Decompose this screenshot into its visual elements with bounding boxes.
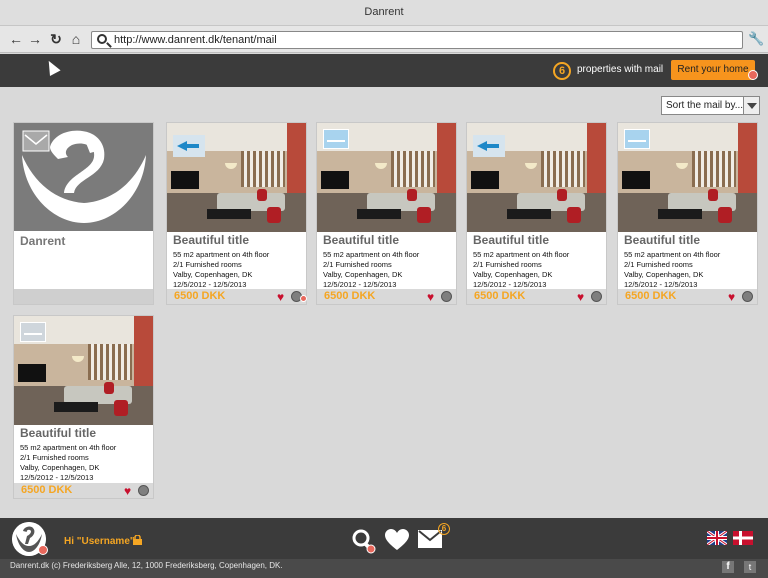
heart-icon[interactable]: ♥ (124, 485, 131, 497)
url-text: http://www.danrent.dk/tenant/mail (114, 34, 277, 46)
danrent-logo (14, 123, 153, 231)
denmark-flag-icon[interactable] (733, 531, 753, 545)
listing-location: Valby, Copenhagen, DK (624, 270, 704, 279)
listing-price: 6500 DKK (625, 290, 677, 302)
listing-dates: 12/5/2012 - 12/5/2013 (323, 280, 397, 289)
facebook-icon[interactable]: f (722, 561, 734, 573)
listing-size: 55 m2 apartment on 4th floor (473, 250, 570, 259)
address-bar[interactable]: http://www.danrent.dk/tenant/mail (91, 31, 743, 49)
listing-card[interactable]: Beautiful title 55 m2 apartment on 4th f… (316, 122, 457, 305)
reload-icon[interactable]: ↻ (48, 31, 64, 47)
listing-title: Beautiful title (624, 233, 701, 247)
apartment-photo (14, 316, 153, 425)
sort-dropdown-label: Sort the mail by... (666, 100, 744, 111)
apartment-photo (618, 123, 757, 232)
open-mail-icon[interactable] (624, 129, 650, 149)
globe-icon[interactable] (591, 291, 602, 302)
listing-size: 55 m2 apartment on 4th floor (323, 250, 420, 259)
listing-dates: 12/5/2012 - 12/5/2013 (473, 280, 547, 289)
reply-arrow-icon[interactable] (173, 135, 205, 157)
heart-icon[interactable]: ♥ (728, 291, 735, 303)
listing-rooms: 2/1 Furnished rooms (20, 453, 89, 462)
heart-icon[interactable]: ♥ (277, 291, 284, 303)
listing-card[interactable]: Beautiful title 55 m2 apartment on 4th f… (13, 315, 154, 499)
reply-arrow-icon[interactable] (473, 135, 505, 157)
heart-icon[interactable]: ♥ (427, 291, 434, 303)
browser-toolbar: ← → ↻ ⌂ http://www.danrent.dk/tenant/mai… (0, 26, 768, 53)
apartment-photo (167, 123, 306, 232)
mail-count-label[interactable]: properties with mail (577, 64, 663, 75)
listing-size: 55 m2 apartment on 4th floor (173, 250, 270, 259)
price-bar: 6500 DKK ♥ (14, 483, 153, 498)
price-bar: 6500 DKK ♥ (167, 289, 307, 304)
apartment-photo (317, 123, 456, 232)
listing-location: Valby, Copenhagen, DK (20, 463, 100, 472)
listing-size: 55 m2 apartment on 4th floor (20, 443, 117, 452)
listing-dates: 12/5/2012 - 12/5/2013 (624, 280, 698, 289)
swan-icon (14, 123, 153, 231)
chevron-down-icon[interactable] (743, 97, 759, 114)
mail-count-badge[interactable]: 6 (553, 62, 571, 80)
uk-flag-icon[interactable] (707, 531, 727, 545)
search-icon[interactable] (351, 528, 377, 554)
wrench-icon[interactable]: 🔧 (748, 31, 764, 47)
listing-rooms: 2/1 Furnished rooms (173, 260, 242, 269)
copyright-text: Danrent.dk (c) Frederiksberg Alle, 12, 1… (10, 561, 283, 570)
price-bar: 6500 DKK ♥ (618, 289, 757, 304)
globe-icon[interactable] (138, 485, 149, 496)
heart-icon[interactable]: ♥ (577, 291, 584, 303)
pin-icon (300, 295, 307, 302)
listing-price: 6500 DKK (21, 484, 73, 496)
listing-location: Valby, Copenhagen, DK (323, 270, 403, 279)
rent-your-home-button[interactable]: Rent your home (671, 60, 755, 80)
mail-envelope-icon[interactable] (20, 322, 46, 342)
search-icon (97, 34, 107, 44)
listing-card[interactable]: Beautiful title 55 m2 apartment on 4th f… (466, 122, 607, 305)
mail-badge[interactable]: 6 (438, 523, 450, 535)
listing-price: 6500 DKK (174, 290, 226, 302)
listing-dates: 12/5/2012 - 12/5/2013 (20, 473, 94, 482)
open-mail-icon[interactable] (323, 129, 349, 149)
listing-card[interactable]: Beautiful title 55 m2 apartment on 4th f… (617, 122, 758, 305)
listing-rooms: 2/1 Furnished rooms (323, 260, 392, 269)
price-bar: 6500 DKK ♥ (317, 289, 456, 304)
home-icon[interactable]: ⌂ (68, 31, 84, 47)
listing-title: Beautiful title (20, 426, 97, 440)
listing-price: 6500 DKK (324, 290, 376, 302)
pin-icon (38, 545, 48, 555)
listing-rooms: 2/1 Furnished rooms (473, 260, 542, 269)
listing-title: Beautiful title (173, 233, 250, 247)
listing-card[interactable]: Beautiful title 55 m2 apartment on 4th f… (166, 122, 307, 305)
globe-icon[interactable] (441, 291, 452, 302)
listing-dates: 12/5/2012 - 12/5/2013 (173, 280, 247, 289)
price-bar: 6500 DKK ♥ (467, 289, 606, 304)
brand-name: Danrent (20, 234, 66, 248)
sort-dropdown[interactable]: Sort the mail by... (661, 96, 760, 115)
forward-arrow-icon[interactable]: → (27, 31, 43, 47)
listing-size: 55 m2 apartment on 4th floor (624, 250, 721, 259)
listing-location: Valby, Copenhagen, DK (473, 270, 553, 279)
danrent-card[interactable]: Danrent (13, 122, 154, 305)
apartment-photo (467, 123, 606, 232)
pin-icon (748, 70, 758, 80)
heart-icon[interactable] (384, 528, 410, 552)
listing-title: Beautiful title (473, 233, 550, 247)
twitter-icon[interactable]: t (744, 561, 756, 573)
back-arrow-icon[interactable]: ← (8, 31, 24, 47)
window-title: Danrent (0, 0, 768, 26)
lock-icon[interactable] (133, 535, 142, 545)
listing-price: 6500 DKK (474, 290, 526, 302)
listing-rooms: 2/1 Furnished rooms (624, 260, 693, 269)
listing-location: Valby, Copenhagen, DK (173, 270, 253, 279)
listing-title: Beautiful title (323, 233, 400, 247)
user-greeting[interactable]: Hi "Username" (64, 536, 135, 547)
globe-icon[interactable] (742, 291, 753, 302)
